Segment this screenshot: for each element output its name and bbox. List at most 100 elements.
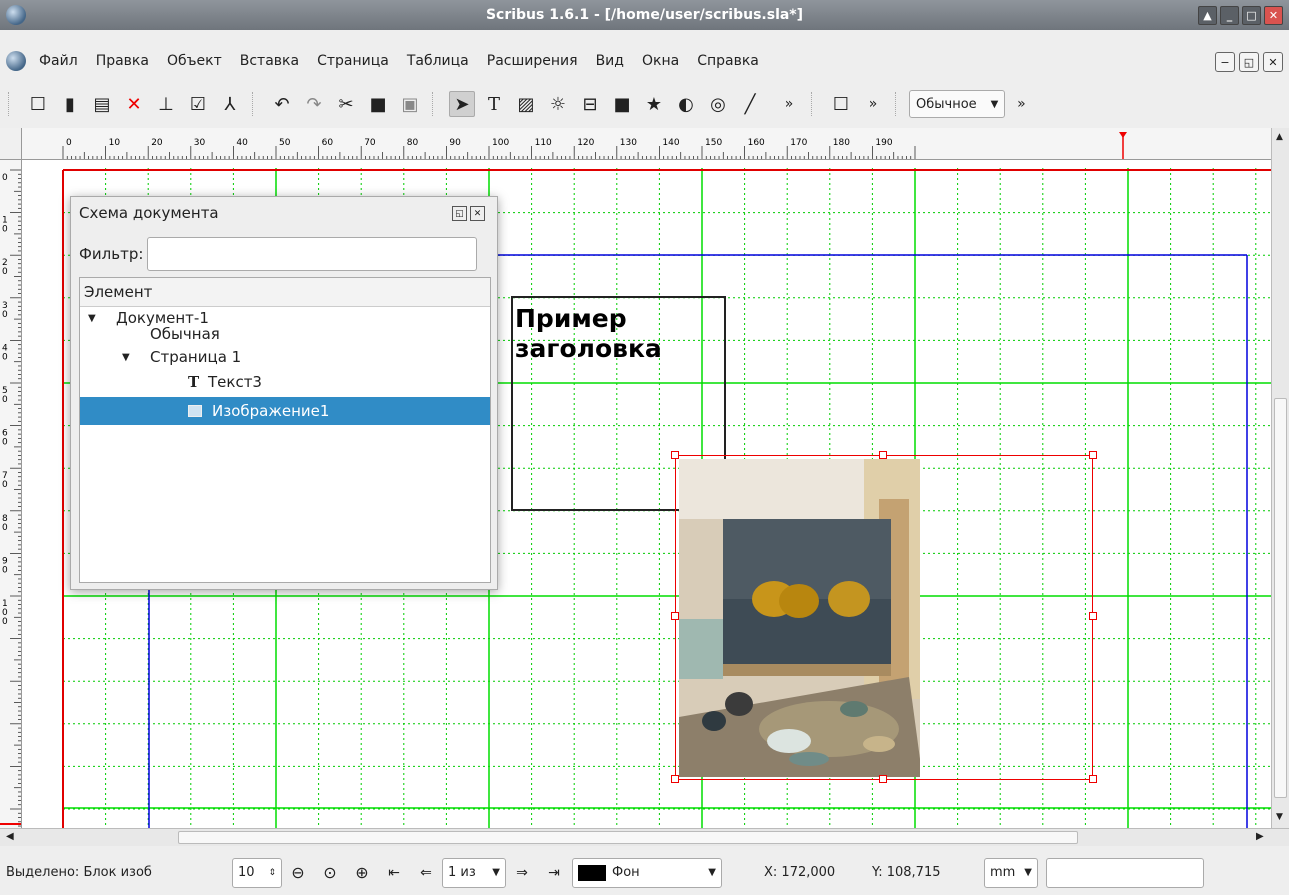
ruler-label: 170: [790, 138, 807, 148]
resize-handle-br[interactable]: [1089, 775, 1097, 783]
new-document-icon[interactable]: ☐: [25, 91, 51, 117]
status-input[interactable]: [1046, 857, 1204, 888]
zoom-spinbox[interactable]: 10 ⇕: [232, 857, 282, 888]
close-button[interactable]: ✕: [1264, 6, 1283, 25]
ruler-label: 0: [2, 225, 8, 235]
text-frame-tool-icon[interactable]: T: [481, 91, 507, 117]
menu-table[interactable]: Таблица: [398, 53, 478, 69]
resize-handle-tl[interactable]: [671, 451, 679, 459]
close-document-icon[interactable]: ✕: [121, 91, 147, 117]
print-icon[interactable]: ⊥: [153, 91, 179, 117]
first-page-icon[interactable]: ⇤: [381, 860, 407, 886]
ruler-label: 160: [748, 138, 765, 148]
menu-help[interactable]: Справка: [688, 53, 768, 69]
resize-handle-l[interactable]: [671, 612, 679, 620]
expand-page-icon[interactable]: ▼: [122, 350, 130, 366]
ruler-label: 10: [109, 138, 121, 148]
preflight-check-icon[interactable]: ☑: [185, 91, 211, 117]
zoom-out-icon[interactable]: ⊖: [285, 860, 311, 886]
menu-file[interactable]: Файл: [30, 53, 87, 69]
scroll-left-icon[interactable]: ◀: [6, 831, 14, 842]
resize-handle-t[interactable]: [879, 451, 887, 459]
menu-object[interactable]: Объект: [158, 53, 231, 69]
tree-item-document[interactable]: Документ-1: [116, 310, 209, 326]
zoom-value: 10: [238, 865, 255, 880]
expand-document-icon[interactable]: ▼: [88, 311, 96, 327]
cut-icon[interactable]: ✂: [333, 91, 359, 117]
copy-icon[interactable]: ■: [365, 91, 391, 117]
previous-page-icon[interactable]: ⇐: [413, 860, 439, 886]
paste-icon[interactable]: ▣: [397, 91, 423, 117]
resize-handle-bl[interactable]: [671, 775, 679, 783]
panel-float-button[interactable]: ◱: [452, 206, 467, 221]
menu-windows[interactable]: Окна: [633, 53, 688, 69]
maximize-button[interactable]: ▲: [1198, 6, 1217, 25]
panel-close-button[interactable]: ✕: [470, 206, 485, 221]
restore-button[interactable]: □: [1242, 6, 1261, 25]
mdi-restore-button[interactable]: ◱: [1239, 52, 1259, 72]
layer-selector[interactable]: Фон ▼: [572, 857, 722, 888]
image-quality-combo[interactable]: Обычное ▼: [909, 90, 1006, 118]
zoom-in-icon[interactable]: ⊕: [349, 860, 375, 886]
arc-tool-icon[interactable]: ◐: [673, 91, 699, 117]
ruler-label: 0: [66, 138, 72, 148]
menu-page[interactable]: Страница: [308, 53, 398, 69]
menu-bar: Файл Правка Объект Вставка Страница Табл…: [0, 46, 1289, 76]
filter-input[interactable]: [147, 237, 478, 271]
redo-icon[interactable]: ↷: [301, 91, 327, 117]
horizontal-scroll-thumb[interactable]: [178, 831, 1078, 844]
unit-selector[interactable]: mm ▼: [984, 857, 1038, 888]
ruler-label: 50: [279, 138, 291, 148]
unit-value: mm: [990, 865, 1016, 880]
next-page-icon[interactable]: ⇒: [509, 860, 535, 886]
zoom-100-icon[interactable]: ⊙: [317, 860, 343, 886]
vertical-scrollbar[interactable]: ▲ ▼: [1271, 128, 1289, 828]
last-page-icon[interactable]: ⇥: [541, 860, 567, 886]
toolbar-overflow-icon-2[interactable]: »: [860, 91, 886, 117]
polygon-tool-icon[interactable]: ★: [641, 91, 667, 117]
horizontal-scrollbar[interactable]: ◀ ▶: [0, 828, 1289, 846]
toolbar-overflow-icon-3[interactable]: »: [1008, 91, 1034, 117]
line-tool-icon[interactable]: ╱: [737, 91, 763, 117]
resize-handle-r[interactable]: [1089, 612, 1097, 620]
painting-photo: [679, 459, 920, 777]
page-selector[interactable]: 1 из ▼: [442, 857, 506, 888]
select-tool-icon[interactable]: ➤: [449, 91, 475, 117]
minimize-button[interactable]: _: [1220, 6, 1239, 25]
tree-item-master-page[interactable]: Обычная: [150, 326, 220, 342]
outline-tree: Элемент ▼ Документ-1 Обычная ▼ Страница …: [79, 277, 491, 583]
resize-handle-b[interactable]: [879, 775, 887, 783]
column-header[interactable]: Элемент: [80, 278, 490, 307]
heading-text: Пример заголовка: [515, 304, 662, 363]
preview-mode-icon[interactable]: ☐: [828, 91, 854, 117]
tree-item-text[interactable]: Текст3: [208, 374, 262, 390]
ruler-label: 150: [705, 138, 722, 148]
tree-item-image-row[interactable]: Изображение1: [80, 397, 490, 425]
scroll-up-icon[interactable]: ▲: [1276, 132, 1283, 142]
export-pdf-icon[interactable]: ⅄: [217, 91, 243, 117]
scroll-down-icon[interactable]: ▼: [1276, 812, 1283, 822]
ruler-corner[interactable]: [0, 128, 22, 160]
tree-item-page[interactable]: Страница 1: [150, 349, 241, 365]
render-frame-tool-icon[interactable]: ☼: [545, 91, 571, 117]
vertical-scroll-thumb[interactable]: [1274, 398, 1287, 798]
scroll-right-icon[interactable]: ▶: [1256, 831, 1264, 842]
menu-edit[interactable]: Правка: [87, 53, 158, 69]
mdi-close-button[interactable]: ✕: [1263, 52, 1283, 72]
image-frame-tool-icon[interactable]: ▨: [513, 91, 539, 117]
ruler-label: 100: [492, 138, 509, 148]
open-document-icon[interactable]: ▮: [57, 91, 83, 117]
mdi-minimize-button[interactable]: −: [1215, 52, 1235, 72]
toolbar-overflow-icon[interactable]: »: [776, 91, 802, 117]
save-icon[interactable]: ▤: [89, 91, 115, 117]
table-tool-icon[interactable]: ⊟: [577, 91, 603, 117]
spiral-tool-icon[interactable]: ◎: [705, 91, 731, 117]
menu-extras[interactable]: Расширения: [478, 53, 587, 69]
horizontal-ruler[interactable]: 0 10 20 30 40 50 60 70 80 90 100 110 120 130 140 150 160…: [22, 128, 1271, 160]
shape-tool-icon[interactable]: ■: [609, 91, 635, 117]
vertical-ruler[interactable]: 0102030405060708090100: [0, 160, 22, 828]
undo-icon[interactable]: ↶: [269, 91, 295, 117]
resize-handle-tr[interactable]: [1089, 451, 1097, 459]
menu-view[interactable]: Вид: [587, 53, 633, 69]
menu-insert[interactable]: Вставка: [231, 53, 308, 69]
